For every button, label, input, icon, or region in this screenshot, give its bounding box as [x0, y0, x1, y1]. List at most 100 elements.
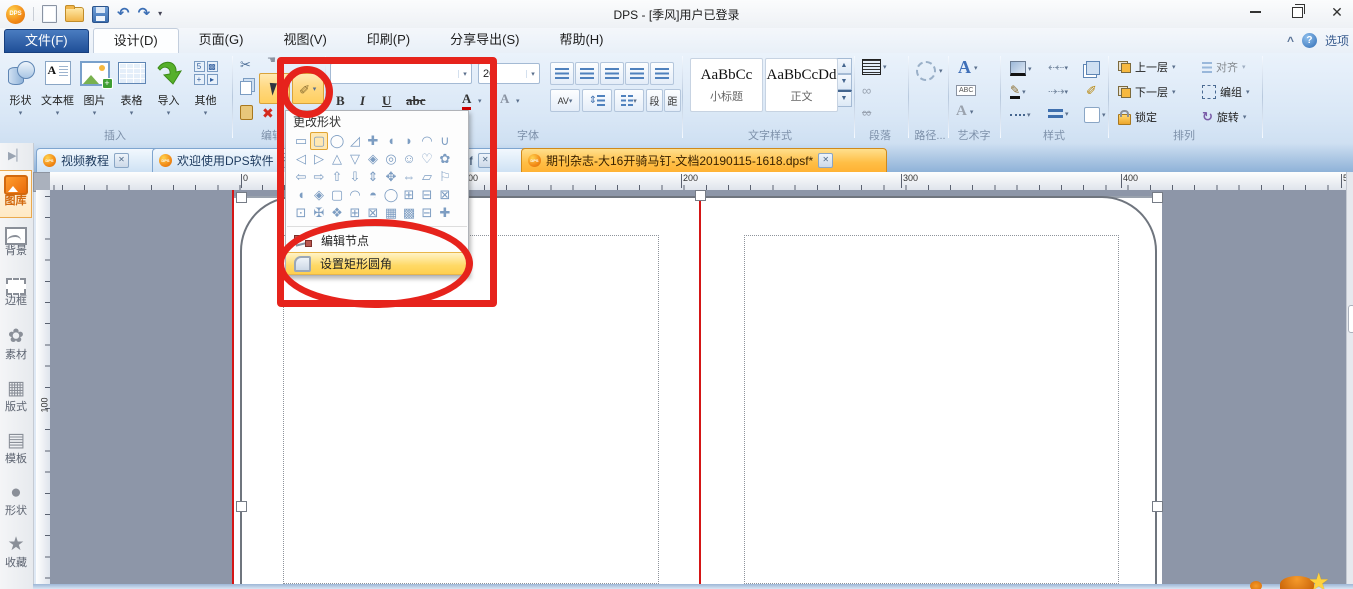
copy-icon[interactable] — [240, 81, 252, 95]
restore-button[interactable] — [1280, 0, 1314, 24]
layout-icon: ▦ — [7, 378, 25, 399]
hyperlink-icon[interactable]: ∞ — [862, 83, 871, 98]
canvas[interactable] — [50, 190, 1346, 589]
align-center-icon — [580, 68, 594, 79]
title-bar: DPS ↶ ↷ ▾ DPS - [季风]用户已登录 ✕ — [0, 0, 1353, 29]
align-center-button[interactable] — [575, 62, 599, 85]
sidebar-item-边框[interactable]: 边框 — [0, 273, 32, 319]
insert-other-button[interactable]: 5 ▩ + ▸ 其他 ▾ — [187, 56, 224, 117]
line-color-button[interactable]: ✎ ▾ — [1010, 84, 1026, 99]
collapse-ribbon-icon[interactable]: ^ — [1287, 34, 1294, 48]
sidebar-item-形状[interactable]: ● 形状 — [0, 481, 32, 527]
copy-style-button[interactable] — [1086, 61, 1100, 75]
shape-quick-style-button[interactable]: ▾ — [1084, 107, 1106, 123]
selection-handle-top-left[interactable] — [236, 192, 247, 203]
sidebar-item-模板[interactable]: ▤ 模板 — [0, 429, 32, 475]
selection-handle-top-right[interactable] — [1152, 192, 1163, 203]
sidebar-item-素材[interactable]: ✿ 素材 — [0, 325, 32, 371]
styles-more-icon[interactable]: ▼ — [836, 90, 852, 107]
hand-tool-icon[interactable]: ☚ — [267, 55, 276, 66]
text-wrap-button[interactable]: ▾ — [862, 59, 887, 75]
chevron-down-icon[interactable]: ▾ — [516, 97, 520, 105]
align-right-button[interactable] — [600, 62, 624, 85]
sidebar-item-背景[interactable]: 背景 — [0, 223, 32, 269]
remove-hyperlink-icon[interactable]: ∞ — [862, 105, 871, 120]
align-justify-button[interactable] — [625, 62, 649, 85]
align-distribute-button[interactable] — [650, 62, 674, 85]
ribbon-tab-6[interactable]: 帮助(H) — [539, 28, 623, 52]
insert-picture-button[interactable]: + 图片 ▾ — [76, 56, 113, 117]
chevron-down-icon: ▾ — [1172, 64, 1176, 71]
sidebar-expand-icon[interactable]: ▶▏ — [8, 149, 25, 162]
document-tab-3[interactable]: DPS 期刊杂志-大16开骑马钉-文档20190115-1618.dpsf* ✕ — [521, 148, 887, 172]
sidebar-item-收藏[interactable]: ★ 收藏 — [0, 533, 32, 579]
minimize-button[interactable] — [1238, 0, 1272, 24]
styles-scroll-down-icon[interactable]: ▼ — [836, 74, 852, 90]
insert-shapes-button[interactable]: 形状 ▾ — [2, 56, 39, 117]
ribbon-tab-3[interactable]: 视图(V) — [263, 28, 346, 52]
style-group-label: 样式 — [1043, 130, 1065, 142]
cut-icon[interactable]: ✂ — [240, 57, 251, 73]
distance-button[interactable]: 距 — [664, 89, 681, 112]
arrange-rotate-button[interactable]: ↻ 旋转 ▾ — [1202, 109, 1246, 125]
shapes-icon — [2, 56, 39, 90]
format-painter-icon[interactable]: ✐ — [1086, 83, 1097, 99]
mascot-logo-fragment — [1250, 581, 1262, 589]
annotation-circle — [281, 66, 333, 118]
ribbon-tab-5[interactable]: 分享导出(S) — [430, 28, 539, 52]
insert-table-button[interactable]: 表格 ▾ — [113, 56, 150, 117]
sidebar-item-label: 形状 — [5, 505, 27, 517]
minimize-icon — [1249, 11, 1261, 13]
restore-icon — [1291, 3, 1305, 18]
insert-textbox-button[interactable]: A 文本框 ▾ — [39, 56, 76, 117]
vertical-scrollbar[interactable] — [1346, 172, 1353, 589]
line-weight-button[interactable]: ▾ — [1048, 109, 1069, 118]
help-icon[interactable]: ? — [1301, 33, 1317, 48]
options-button[interactable]: 选项 — [1325, 32, 1349, 49]
window-title: DPS - [季风]用户已登录 — [613, 8, 740, 22]
selection-handle-top-center[interactable] — [695, 190, 706, 201]
highlight-color-button[interactable]: A — [500, 91, 509, 107]
horizontal-ruler[interactable]: 0100200300400500 — [50, 172, 1346, 191]
text-style-正文[interactable]: AaBbCcDd 正文 — [765, 58, 838, 112]
wordart-style-button[interactable]: A ▾ — [956, 103, 973, 120]
text-style-小标题[interactable]: AaBbCc 小标题 — [690, 58, 763, 112]
vertical-ruler[interactable]: 100 — [36, 190, 51, 589]
columns-button[interactable]: ▾ — [614, 89, 644, 112]
char-spacing-button[interactable]: AV ▾ — [550, 89, 580, 112]
indent-right-button[interactable]: ⇢⇢ ▾ — [1048, 85, 1068, 98]
ribbon-tab-4[interactable]: 印刷(P) — [347, 28, 430, 52]
fill-color-button[interactable]: ▾ — [1010, 61, 1032, 76]
ribbon-tab-2[interactable]: 页面(G) — [179, 28, 264, 52]
insert-import-button[interactable]: 导入 ▾ — [150, 56, 187, 117]
wordart-button[interactable]: A ▾ — [958, 57, 978, 78]
sidebar-item-图库[interactable]: 图库 — [0, 170, 32, 218]
delete-icon[interactable]: ✖ — [262, 105, 274, 122]
ruler-label-200: 200 — [681, 173, 698, 188]
arrange-layer-up-button[interactable]: 上一层 ▾ — [1118, 59, 1176, 75]
dash-style-button[interactable]: ▾ — [1010, 111, 1031, 119]
selection-handle-middle-right[interactable] — [1152, 501, 1163, 512]
document-tab-0[interactable]: DPS 视频教程 ✕ — [36, 148, 162, 172]
sidebar-item-版式[interactable]: ▦ 版式 — [0, 377, 32, 423]
close-tab-icon[interactable]: ✕ — [114, 153, 130, 168]
wordart-edit-button[interactable]: ABC — [956, 85, 977, 96]
styles-scroll-up-icon[interactable]: ▲ — [836, 58, 852, 74]
ribbon-tab-1[interactable]: 设计(D) — [92, 28, 179, 53]
paragraph-mark-button[interactable]: 段 — [646, 89, 663, 112]
align-left-button[interactable] — [550, 62, 574, 85]
close-tab-icon[interactable]: ✕ — [818, 153, 834, 168]
arrange-lock-button[interactable]: 锁定 — [1118, 109, 1157, 125]
style-name: 正文 — [790, 91, 813, 103]
selection-handle-middle-left[interactable] — [236, 501, 247, 512]
align-right-icon — [605, 68, 619, 79]
path-button[interactable]: ▾ — [916, 61, 943, 81]
line-spacing-button[interactable]: ⇕ — [582, 89, 612, 112]
arrange-group-button[interactable]: 编组 ▾ — [1202, 84, 1250, 100]
paste-icon[interactable] — [240, 105, 253, 120]
scrollbar-thumb[interactable] — [1348, 305, 1353, 333]
indent-left-button[interactable]: ⇠⇠ ▾ — [1048, 61, 1068, 74]
arrange-layer-down-button[interactable]: 下一层 ▾ — [1118, 84, 1176, 100]
ribbon-tab-file[interactable]: 文件(F) — [4, 29, 89, 53]
close-button[interactable]: ✕ — [1320, 0, 1353, 24]
